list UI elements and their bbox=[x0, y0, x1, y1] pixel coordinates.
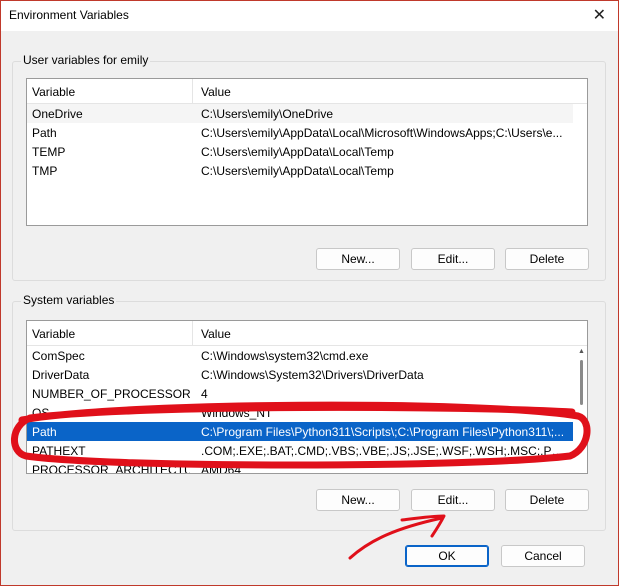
user-new-button[interactable]: New... bbox=[316, 248, 400, 270]
system-header-variable[interactable]: Variable bbox=[32, 327, 75, 341]
system-variables-label: System variables bbox=[21, 293, 117, 307]
user-edit-button[interactable]: Edit... bbox=[411, 248, 495, 270]
system-header-value[interactable]: Value bbox=[201, 327, 231, 341]
user-row-name: OneDrive bbox=[32, 107, 83, 121]
user-row-value: C:\Users\emily\OneDrive bbox=[201, 107, 334, 121]
system-new-button[interactable]: New... bbox=[316, 489, 400, 511]
system-row-number-of-processors[interactable]: NUMBER_OF_PROCESSORS 4 bbox=[27, 384, 573, 403]
user-header-variable[interactable]: Variable bbox=[32, 85, 75, 99]
window-title: Environment Variables bbox=[9, 8, 129, 22]
column-separator[interactable] bbox=[192, 321, 193, 345]
system-row-value: C:\Windows\System32\Drivers\DriverData bbox=[201, 368, 424, 382]
user-row-value: C:\Users\emily\AppData\Local\Temp bbox=[201, 164, 394, 178]
system-row-comspec[interactable]: ComSpec C:\Windows\system32\cmd.exe bbox=[27, 346, 573, 365]
user-header-value[interactable]: Value bbox=[201, 85, 231, 99]
user-row-name: TMP bbox=[32, 164, 58, 178]
column-separator[interactable] bbox=[192, 79, 193, 103]
environment-variables-dialog: Environment Variables ✕ User variables f… bbox=[0, 0, 619, 586]
system-row-processor-architecture[interactable]: PROCESSOR_ARCHITECTURE AMD64 bbox=[27, 460, 573, 474]
user-variables-list[interactable]: Variable Value OneDrive C:\Users\emily\O… bbox=[26, 78, 588, 226]
title-bar: Environment Variables ✕ bbox=[1, 1, 618, 31]
user-row-tmp[interactable]: TMP C:\Users\emily\AppData\Local\Temp bbox=[27, 161, 573, 180]
system-row-value: 4 bbox=[201, 387, 208, 401]
user-variables-group: User variables for emily Variable Value … bbox=[12, 53, 606, 281]
system-list-header: Variable Value bbox=[27, 321, 587, 346]
system-edit-button[interactable]: Edit... bbox=[411, 489, 495, 511]
scrollbar-thumb[interactable] bbox=[580, 360, 583, 405]
system-row-name: Path bbox=[32, 425, 57, 439]
system-list-scrollbar[interactable]: ▲ bbox=[577, 346, 587, 473]
system-row-name: OS bbox=[32, 406, 50, 420]
user-row-value: C:\Users\emily\AppData\Local\Temp bbox=[201, 145, 394, 159]
system-row-value: C:\Windows\system32\cmd.exe bbox=[201, 349, 369, 363]
user-row-onedrive[interactable]: OneDrive C:\Users\emily\OneDrive bbox=[27, 104, 573, 123]
ok-button[interactable]: OK bbox=[405, 545, 489, 567]
system-variables-group: System variables Variable Value ComSpec … bbox=[12, 293, 606, 531]
system-row-name: NUMBER_OF_PROCESSORS bbox=[32, 387, 190, 401]
system-row-os[interactable]: OS Windows_NT bbox=[27, 403, 573, 422]
user-row-name: Path bbox=[32, 126, 57, 140]
system-row-pathext[interactable]: PATHEXT .COM;.EXE;.BAT;.CMD;.VBS;.VBE;.J… bbox=[27, 441, 573, 460]
user-row-temp[interactable]: TEMP C:\Users\emily\AppData\Local\Temp bbox=[27, 142, 573, 161]
cancel-button[interactable]: Cancel bbox=[501, 545, 585, 567]
user-delete-button[interactable]: Delete bbox=[505, 248, 589, 270]
system-row-driverdata[interactable]: DriverData C:\Windows\System32\Drivers\D… bbox=[27, 365, 573, 384]
system-row-path-selected[interactable]: Path C:\Program Files\Python311\Scripts\… bbox=[27, 422, 573, 441]
system-row-name: PATHEXT bbox=[32, 444, 86, 458]
system-row-value: AMD64 bbox=[201, 463, 242, 474]
user-list-header: Variable Value bbox=[27, 79, 587, 104]
system-row-value: .COM;.EXE;.BAT;.CMD;.VBS;.VBE;.JS;.JSE;.… bbox=[201, 444, 569, 458]
system-row-name: ComSpec bbox=[32, 349, 85, 363]
user-row-path[interactable]: Path C:\Users\emily\AppData\Local\Micros… bbox=[27, 123, 573, 142]
system-row-name: DriverData bbox=[32, 368, 90, 382]
system-delete-button[interactable]: Delete bbox=[505, 489, 589, 511]
user-row-value: C:\Users\emily\AppData\Local\Microsoft\W… bbox=[201, 126, 563, 140]
system-variables-list[interactable]: Variable Value ComSpec C:\Windows\system… bbox=[26, 320, 588, 474]
system-row-value: Windows_NT bbox=[201, 406, 273, 420]
close-icon[interactable]: ✕ bbox=[593, 5, 606, 25]
user-row-name: TEMP bbox=[32, 145, 66, 159]
user-variables-label: User variables for emily bbox=[21, 53, 151, 67]
system-row-name: PROCESSOR_ARCHITECTURE bbox=[32, 463, 190, 474]
scroll-up-icon[interactable]: ▲ bbox=[578, 348, 585, 355]
system-row-value: C:\Program Files\Python311\Scripts\;C:\P… bbox=[201, 425, 565, 439]
